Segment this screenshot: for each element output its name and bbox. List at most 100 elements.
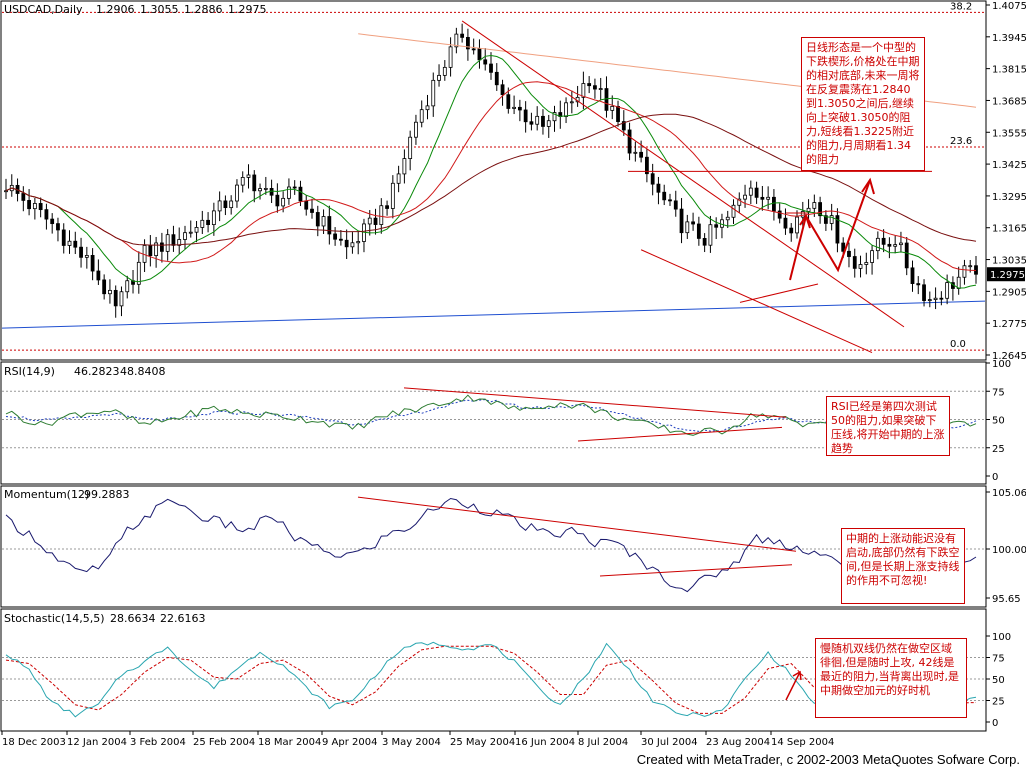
candle-body (708, 224, 713, 246)
candle-body (310, 208, 314, 213)
candle-body (731, 204, 736, 218)
candle-body (800, 211, 805, 218)
date-tick-label-6: 3 May 2004 (382, 737, 441, 748)
momentum-header-title: Momentum(12) (4, 488, 89, 501)
candle-body (517, 106, 522, 111)
candle-body (506, 94, 511, 109)
candle-body (500, 84, 505, 96)
rsi-axis-tick-label-3: 25 (992, 444, 1005, 455)
date-tick-label-12: 14 Sep 2004 (771, 737, 834, 748)
candle-body (194, 227, 199, 233)
candle-body (125, 280, 130, 293)
stochastic-axis-tick-label-0: 100 (992, 632, 1011, 643)
candle-body (593, 85, 597, 90)
candle-body (396, 173, 401, 184)
candle-body (304, 200, 309, 210)
candle-body (108, 289, 112, 295)
price-axis-tick-label-9: 1.2905 (992, 287, 1026, 298)
candle-body (691, 221, 695, 225)
candle-body (96, 270, 101, 281)
candle-body (148, 245, 153, 257)
candle-body (448, 46, 453, 68)
candle-body (119, 291, 124, 307)
candle-body (27, 200, 31, 210)
date-tick-label-11: 23 Aug 2004 (706, 737, 770, 748)
candle-body (356, 241, 361, 244)
candle-body (229, 200, 234, 209)
fib-label-0: 38.2 (950, 1, 972, 12)
price-axis-tick-label-1: 1.3945 (992, 33, 1026, 44)
candle-body (44, 209, 49, 220)
rsi-axis-tick-label-4: 0 (992, 472, 998, 483)
price-header-title: USDCAD,Daily (4, 3, 83, 16)
candle-body (904, 242, 909, 269)
candle-body (350, 242, 355, 248)
candle-body (425, 105, 430, 111)
candle-body (113, 289, 118, 307)
candle-body (402, 158, 407, 175)
rsi-axis-tick-label-0: 100 (992, 359, 1011, 370)
date-tick-label-5: 9 Apr 2004 (322, 737, 377, 748)
candle-body (338, 238, 343, 241)
last-price-text: 1.2975 (990, 270, 1025, 281)
candle-body (246, 174, 251, 178)
candle-body (102, 279, 107, 295)
candle-body (373, 217, 378, 225)
candle-body (235, 184, 239, 202)
candle-body (864, 262, 869, 265)
candle-body (777, 210, 782, 219)
rsi-header-title: RSI(14,9) (4, 365, 55, 378)
price-axis-tick-label-7: 1.3165 (992, 224, 1026, 235)
candle-body (206, 219, 210, 226)
candle-body (419, 109, 424, 123)
candle-body (414, 121, 418, 138)
candle-body (188, 231, 193, 234)
price-axis-tick-label-6: 1.3295 (992, 192, 1026, 203)
candle-body (252, 174, 257, 192)
rsi-header-value: 46.2823 (74, 365, 120, 378)
candle-body (275, 194, 280, 207)
candle-body (217, 200, 222, 212)
candle-body (598, 88, 603, 90)
candle-body (460, 33, 465, 38)
candle-body (171, 234, 176, 246)
candle-body (916, 283, 921, 286)
candle-body (333, 233, 338, 240)
candle-body (893, 244, 898, 247)
stochastic-header-signal: 22.6163 (160, 612, 206, 625)
date-tick-label-7: 25 May 2004 (450, 737, 515, 748)
candle-body (806, 207, 811, 212)
candle-body (159, 242, 164, 252)
date-tick-label-10: 30 Jul 2004 (641, 737, 698, 748)
candle-body (431, 79, 436, 107)
candle-body (390, 182, 395, 209)
candle-body (956, 276, 961, 289)
candle-body (263, 188, 268, 190)
candle-body (281, 197, 286, 207)
candle-body (668, 199, 672, 202)
candle-body (21, 193, 26, 201)
candle-body (50, 218, 55, 225)
candle-body (564, 102, 568, 117)
candle-body (754, 187, 759, 198)
date-tick-label-2: 3 Feb 2004 (130, 737, 186, 748)
candle-body (927, 299, 932, 301)
candle-body (315, 212, 320, 227)
date-tick-label-3: 25 Feb 2004 (193, 737, 255, 748)
stochastic-axis-tick-label-3: 25 (992, 697, 1005, 708)
rsi-header-signal: 48.8408 (120, 365, 166, 378)
candle-body (662, 191, 667, 201)
date-tick-label-0: 18 Dec 2003 (2, 737, 66, 748)
candle-body (408, 136, 413, 159)
fib-label-2: 0.0 (950, 339, 966, 350)
momentum-axis-tick-label-1: 100.00 (992, 545, 1026, 556)
candle-body (945, 282, 950, 299)
candle-body (627, 129, 632, 154)
candle-body (633, 151, 638, 154)
candle-body (512, 106, 516, 109)
candle-body (442, 66, 447, 76)
candle-body (881, 237, 886, 245)
date-tick-label-4: 18 Mar 2004 (258, 737, 321, 748)
candle-body (240, 177, 245, 186)
candle-body (32, 203, 37, 210)
